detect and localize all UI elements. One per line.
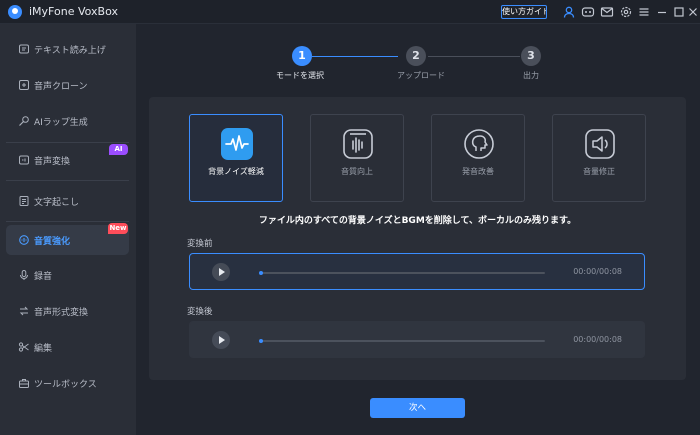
quality-icon	[342, 128, 374, 160]
sidebar-item-label: AIラップ生成	[34, 118, 88, 128]
enhance-panel: 背景ノイズ軽減 音質向上 発音改善 音量修正 ファイル内のすべての背景ノイズとB…	[149, 97, 686, 380]
before-label: 変換前	[187, 239, 213, 249]
progress-track[interactable]	[259, 271, 545, 275]
next-button[interactable]: 次へ	[370, 398, 465, 418]
mode-pronunciation[interactable]: 発音改善	[431, 114, 525, 202]
user-icon[interactable]	[562, 5, 576, 19]
minimize-icon[interactable]	[655, 5, 669, 19]
sidebar-item-label: 音質強化	[34, 237, 71, 247]
menu-icon[interactable]	[637, 5, 651, 19]
convert-icon	[18, 305, 30, 317]
sidebar-divider	[6, 221, 129, 222]
volume-icon	[584, 128, 616, 160]
progress-handle[interactable]	[259, 339, 263, 343]
sidebar-item-label: 編集	[34, 344, 53, 354]
mode-label: 音質向上	[341, 167, 373, 176]
speaker-icon	[18, 43, 30, 55]
maximize-icon[interactable]	[672, 5, 686, 19]
sidebar-divider	[6, 142, 129, 143]
step-3-label: 出力	[523, 71, 539, 80]
new-badge: New	[108, 223, 128, 234]
pronunciation-icon	[463, 128, 495, 160]
sidebar-item-label: 音声クローン	[34, 82, 88, 92]
transcribe-icon	[18, 195, 30, 207]
ai-badge: AI	[109, 144, 128, 155]
play-icon[interactable]	[212, 331, 230, 349]
time-readout: 00:00/00:08	[573, 267, 622, 276]
sidebar-item-label: 音声形式変換	[34, 308, 89, 318]
sidebar-item-text-to-speech[interactable]: テキスト読み上げ	[6, 34, 129, 64]
scissors-icon	[18, 341, 30, 353]
title-bar: iMyFone VoxBox 使い方ガイド	[0, 0, 700, 24]
app-logo-icon	[8, 5, 22, 19]
play-icon[interactable]	[212, 263, 230, 281]
after-player: 00:00/00:08	[189, 321, 645, 358]
sidebar-item-label: 音声変換	[34, 157, 71, 167]
mode-label: 背景ノイズ軽減	[208, 167, 264, 176]
sidebar-item-label: 文字起こし	[34, 198, 80, 208]
step-3-circle: 3	[521, 46, 541, 66]
progress-handle[interactable]	[259, 271, 263, 275]
rap-icon	[18, 115, 30, 127]
sidebar-item-edit[interactable]: 編集	[6, 332, 129, 362]
mode-quality[interactable]: 音質向上	[310, 114, 404, 202]
mail-icon[interactable]	[600, 5, 614, 19]
app-title: iMyFone VoxBox	[29, 5, 118, 18]
sidebar-item-record[interactable]: 録音	[6, 260, 129, 290]
before-player: 00:00/00:08	[189, 253, 645, 290]
step-1-circle: 1	[292, 46, 312, 66]
sidebar-divider	[6, 180, 129, 181]
sidebar-item-ai-rap[interactable]: AIラップ生成	[6, 106, 129, 136]
mode-noise-reduction[interactable]: 背景ノイズ軽減	[189, 114, 283, 202]
step-connector	[428, 56, 520, 57]
toolbox-icon	[18, 377, 30, 389]
discord-icon[interactable]	[581, 5, 595, 19]
settings-icon[interactable]	[619, 5, 633, 19]
sidebar: テキスト読み上げ 音声クローン AIラップ生成 音声変換 AI 文字起こし 音質…	[0, 24, 136, 435]
voice-change-icon	[18, 154, 30, 166]
mode-description: ファイル内のすべての背景ノイズとBGMを削除して、ボーカルのみ残ります。	[258, 216, 577, 226]
mode-label: 発音改善	[462, 167, 494, 176]
noise-reduction-icon	[221, 128, 253, 160]
step-connector	[312, 56, 398, 57]
clone-icon	[18, 79, 30, 91]
mode-volume[interactable]: 音量修正	[552, 114, 646, 202]
close-icon[interactable]	[688, 5, 698, 19]
sidebar-item-toolbox[interactable]: ツールボックス	[6, 368, 129, 398]
sidebar-item-label: ツールボックス	[34, 380, 97, 390]
mode-label: 音量修正	[583, 167, 615, 176]
time-readout: 00:00/00:08	[573, 335, 622, 344]
sidebar-item-label: テキスト読み上げ	[34, 46, 106, 56]
step-2-circle: 2	[406, 46, 426, 66]
enhance-icon	[18, 234, 30, 246]
main-content: 1 2 3 モードを選択 アップロード 出力 背景ノイズ軽減 音質向上 発音改善	[136, 24, 700, 435]
guide-button[interactable]: 使い方ガイド	[501, 5, 547, 19]
after-label: 変換後	[187, 307, 213, 317]
sidebar-item-label: 録音	[34, 272, 53, 282]
step-2-label: アップロード	[397, 71, 445, 80]
mic-icon	[18, 269, 30, 281]
step-1-label: モードを選択	[276, 71, 324, 80]
progress-track[interactable]	[259, 339, 545, 343]
sidebar-item-voice-clone[interactable]: 音声クローン	[6, 70, 129, 100]
sidebar-item-format-convert[interactable]: 音声形式変換	[6, 296, 129, 326]
sidebar-item-transcription[interactable]: 文字起こし	[6, 186, 129, 216]
